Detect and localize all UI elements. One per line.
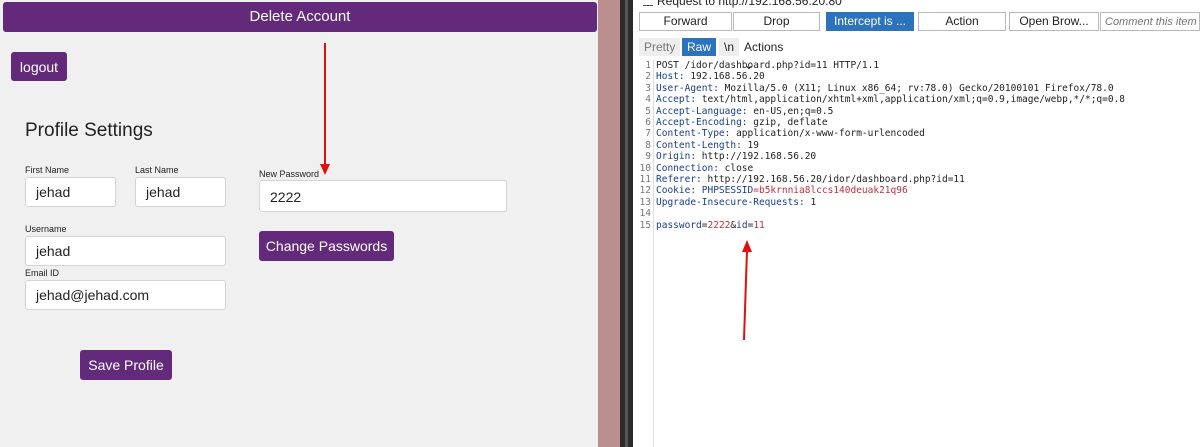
tab-pretty[interactable]: Pretty — [639, 38, 681, 56]
header-line: User-Agent: Mozilla/5.0 (X11; Linux x86_… — [656, 82, 1114, 94]
line-number: 10 — [639, 162, 651, 174]
header-line: Connection: close — [656, 162, 754, 174]
comment-input[interactable] — [1100, 12, 1200, 31]
body-line: password=2222&id=11 — [656, 219, 765, 231]
split-divider[interactable] — [620, 0, 633, 447]
line-number-gutter: 1 2 3 4 5 6 7 8 9 10 11 12 13 14 15 — [633, 60, 654, 447]
browser-frame: Delete Account logout Profile Settings F… — [0, 0, 620, 447]
header-line: Accept-Encoding: gzip, deflate — [656, 117, 828, 129]
drop-button[interactable]: Drop — [733, 12, 820, 31]
header-line: Origin: http://192.168.56.20 — [656, 151, 817, 163]
logout-button[interactable]: logout — [11, 52, 67, 81]
line-number: 2 — [645, 71, 651, 83]
line-number: 13 — [639, 196, 651, 208]
line-number: 1 — [645, 60, 651, 71]
intercept-toggle-button[interactable]: Intercept is ... — [826, 12, 914, 31]
line-number: 7 — [645, 128, 651, 140]
line-number: 11 — [639, 174, 651, 186]
username-field[interactable]: jehad — [25, 236, 226, 266]
line-number: 9 — [645, 151, 651, 163]
username-label: Username — [25, 224, 67, 234]
annotation-arrow-down — [320, 43, 330, 175]
line-number: 5 — [645, 105, 651, 117]
email-label: Email ID — [25, 268, 60, 278]
new-password-field[interactable]: 2222 — [259, 180, 507, 212]
actions-menu[interactable]: Actions ⌄ — [739, 38, 789, 72]
actions-label: Actions — [744, 40, 784, 54]
line-number: 14 — [639, 208, 651, 220]
delete-account-button[interactable]: Delete Account — [3, 2, 597, 32]
tab-raw[interactable]: Raw — [682, 38, 717, 56]
header-line: Referer: http://192.168.56.20/idor/dashb… — [656, 174, 965, 186]
last-name-label: Last Name — [135, 165, 179, 175]
raw-request: POST /idor/dashboard.php?id=11 HTTP/1.1 H… — [656, 60, 1125, 231]
last-name-field[interactable]: jehad — [135, 177, 226, 207]
tab-newline[interactable]: \n — [719, 38, 740, 56]
header-line: Host: 192.168.56.20 — [656, 71, 765, 83]
request-line: POST /idor/dashboard.php?id=11 HTTP/1.1 — [656, 60, 880, 71]
first-name-field[interactable]: jehad — [25, 177, 116, 207]
pencil-icon — [643, 0, 653, 6]
open-browser-button[interactable]: Open Brow... — [1009, 12, 1099, 31]
page-title: Profile Settings — [25, 120, 153, 141]
forward-button[interactable]: Forward — [639, 12, 732, 31]
first-name-label: First Name — [25, 165, 70, 175]
header-line: Cookie: PHPSESSID=b5krnnia8lccs140deuak2… — [656, 185, 908, 197]
header-line: Accept: text/html,application/xhtml+xml,… — [656, 94, 1126, 106]
line-number: 12 — [639, 185, 651, 197]
request-editor[interactable]: 1 2 3 4 5 6 7 8 9 10 11 12 13 14 15 POST /idor/dashboa… — [633, 60, 1200, 447]
profile-page: Delete Account logout Profile Settings F… — [0, 0, 598, 447]
line-number: 15 — [639, 219, 651, 231]
line-number: 3 — [645, 82, 651, 94]
change-password-button[interactable]: Change Passwords — [259, 231, 394, 261]
burp-intercept-panel: Request to http://192.168.56.20:80 Forwa… — [633, 0, 1200, 447]
email-field[interactable]: jehad@jehad.com — [25, 280, 226, 310]
action-button[interactable]: Action — [918, 12, 1006, 31]
request-title: Request to http://192.168.56.20:80 — [657, 0, 842, 8]
save-profile-button[interactable]: Save Profile — [80, 350, 172, 380]
header-line: Content-Length: 19 — [656, 139, 759, 151]
line-number: 6 — [645, 117, 651, 129]
header-line: Accept-Language: en-US,en;q=0.5 — [656, 105, 834, 117]
line-number: 8 — [645, 139, 651, 151]
new-password-label: New Password — [259, 169, 320, 179]
line-number: 4 — [645, 94, 651, 106]
header-line: Upgrade-Insecure-Requests: 1 — [656, 196, 817, 208]
header-line: Content-Type: application/x-www-form-url… — [656, 128, 925, 140]
annotation-arrow-up — [742, 240, 752, 341]
